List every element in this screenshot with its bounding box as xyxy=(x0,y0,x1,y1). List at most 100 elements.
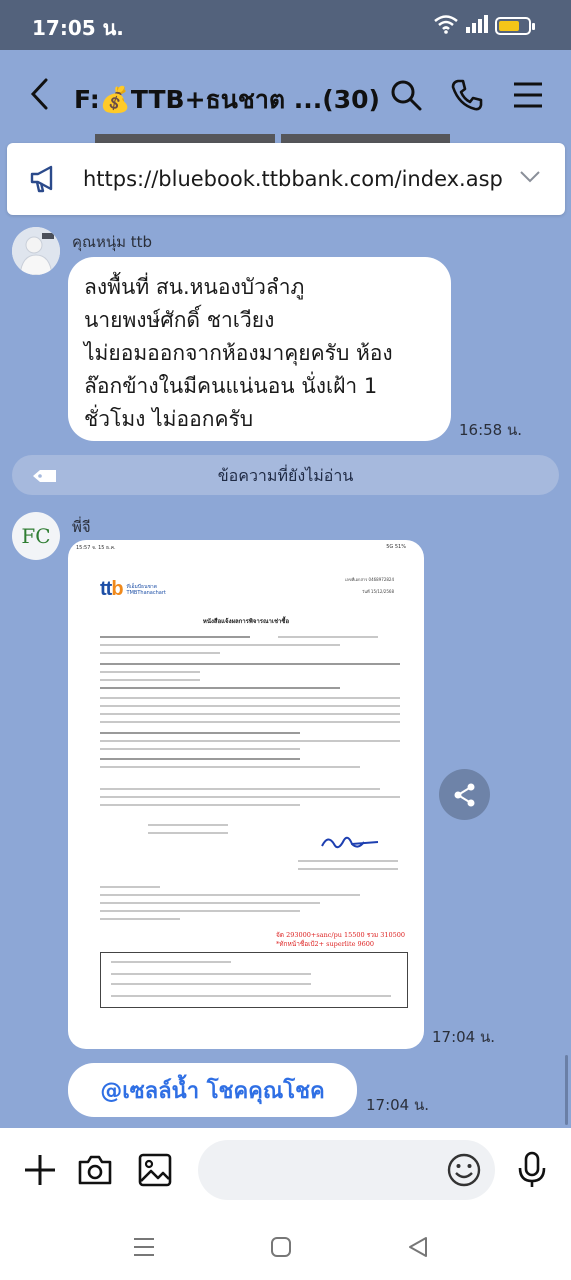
doc-text-line xyxy=(111,973,311,975)
document-ref-no: เลขที่เอกสาร 0468972824 xyxy=(345,577,394,582)
document-table-box xyxy=(100,952,408,1008)
chevron-left-icon xyxy=(30,78,48,110)
call-button[interactable] xyxy=(450,78,484,112)
doc-text-line xyxy=(100,697,400,699)
message-bubble[interactable]: @เซลล์น้ำ โชคคุณโชค xyxy=(68,1063,357,1117)
doc-text-line xyxy=(148,824,228,826)
doc-text-line xyxy=(111,983,311,985)
doc-text-line xyxy=(100,886,160,888)
camera-button[interactable] xyxy=(75,1150,115,1190)
ttb-logo: ttb ทีเอ็มบีธนชาต TMBThanachart xyxy=(100,578,166,601)
hamburger-menu-icon xyxy=(514,82,542,108)
handwritten-note: จัด 293000+sanc/pu 15500 รวม 310500 *ทัก… xyxy=(276,931,405,949)
megaphone-icon xyxy=(29,165,59,197)
chat-title[interactable]: F:💰TTB+ธนชาต ...(30) xyxy=(74,80,380,120)
doc-text-line xyxy=(100,902,320,904)
recent-apps-icon xyxy=(134,1238,154,1256)
doc-text-line xyxy=(100,758,300,760)
menu-button[interactable] xyxy=(511,78,545,112)
voice-button[interactable] xyxy=(512,1150,552,1190)
wifi-icon xyxy=(433,14,459,38)
doc-text-line xyxy=(100,732,300,734)
home-icon xyxy=(271,1237,291,1257)
image-status-left: 15:57 จ. 15 ธ.ค. xyxy=(76,545,116,551)
doc-text-line xyxy=(100,663,400,665)
phone-icon xyxy=(451,79,483,111)
gallery-button[interactable] xyxy=(135,1150,175,1190)
handwritten-note-line: จัด 293000+sanc/pu 15500 รวม 310500 xyxy=(276,931,406,939)
avatar[interactable] xyxy=(12,227,60,275)
message-input-bar xyxy=(0,1128,571,1212)
doc-text-line xyxy=(100,910,300,912)
doc-text-line xyxy=(100,796,400,798)
signature-image xyxy=(318,830,388,862)
search-button[interactable] xyxy=(389,78,423,112)
microphone-icon xyxy=(518,1151,546,1187)
add-button[interactable] xyxy=(20,1150,60,1190)
share-button[interactable] xyxy=(439,769,490,820)
profile-photo-icon xyxy=(12,227,60,275)
message-time: 17:04 น. xyxy=(432,1028,496,1046)
doc-text-line xyxy=(100,679,200,681)
scrollbar[interactable] xyxy=(565,1055,568,1125)
search-icon xyxy=(391,80,422,111)
back-nav-button[interactable] xyxy=(403,1232,433,1262)
document-title: หนังสือแจ้งผลการพิจารณาเช่าซื้อ xyxy=(202,618,290,625)
share-icon xyxy=(454,783,474,806)
battery-icon xyxy=(495,17,535,35)
image-status-right: 5G 51% xyxy=(386,544,406,550)
message-line: ลงพื้นที่ สน.หนองบัวลำภู xyxy=(84,275,305,299)
avatar[interactable]: FC xyxy=(12,512,60,560)
chat-header: F:💰TTB+ธนชาต ...(30) xyxy=(0,50,571,140)
unread-divider-label: ข้อความที่ยังไม่อ่าน xyxy=(217,466,354,485)
smiley-icon xyxy=(447,1153,481,1187)
triangle-back-icon xyxy=(409,1237,427,1257)
plus-icon xyxy=(25,1155,55,1185)
handwritten-note-line: *ทักหน้าชื่อเป้2+ superlite 9600 xyxy=(276,940,375,948)
doc-text-line xyxy=(100,918,180,920)
announcement-banner[interactable]: https://bluebook.ttbbank.com/index.asp xyxy=(7,143,565,215)
doc-text-line xyxy=(100,671,200,673)
document-date: วันที่ 15/12/2568 xyxy=(362,589,394,594)
status-bar: 17:05 น. xyxy=(0,0,571,50)
ttb-logo-sub-en: TMBThanachart xyxy=(126,589,166,596)
recent-apps-button[interactable] xyxy=(129,1232,159,1262)
mention-link[interactable]: @เซลล์น้ำ โชคคุณโชค xyxy=(100,1073,325,1108)
doc-text-line xyxy=(100,894,360,896)
doc-text-line xyxy=(100,652,220,654)
doc-text-line xyxy=(278,636,378,638)
doc-text-line xyxy=(100,788,380,790)
doc-text-line xyxy=(100,748,300,750)
doc-text-line xyxy=(111,995,391,997)
message-line: นายพงษ์ศักดิ์ ชาเวียง xyxy=(84,308,275,332)
chevron-down-icon[interactable] xyxy=(519,169,541,188)
image-icon xyxy=(138,1153,172,1187)
doc-text-line xyxy=(100,636,250,638)
message-bubble[interactable]: ลงพื้นที่ สน.หนองบัวลำภู นายพงษ์ศักดิ์ ช… xyxy=(68,257,451,441)
message-line: ชั่วโมง ไม่ออกครับ xyxy=(84,407,254,431)
emoji-button[interactable] xyxy=(446,1152,482,1192)
doc-text-line xyxy=(298,868,398,870)
message-time: 16:58 น. xyxy=(459,421,523,439)
status-time: 17:05 น. xyxy=(32,16,124,40)
image-message[interactable]: 15:57 จ. 15 ธ.ค. 5G 51% ttb ทีเอ็มบีธนชา… xyxy=(68,540,424,1049)
back-button[interactable] xyxy=(26,76,56,112)
doc-text-line xyxy=(100,804,300,806)
doc-text-line xyxy=(100,644,340,646)
doc-text-line xyxy=(100,740,400,742)
sender-name: คุณหนุ่ม ttb xyxy=(72,233,153,251)
doc-text-line xyxy=(100,766,360,768)
announcement-url[interactable]: https://bluebook.ttbbank.com/index.asp xyxy=(83,167,503,191)
sender-name: พี่จี xyxy=(72,518,91,536)
doc-text-line xyxy=(100,721,400,723)
message-line: ล๊อกข้างในมีคนแน่นอน นั่งเฝ้า 1 xyxy=(84,374,378,398)
camera-icon xyxy=(78,1155,112,1185)
doc-text-line xyxy=(111,961,231,963)
message-line: ไม่ยอมออกจากห้องมาคุยครับ ห้อง xyxy=(84,341,393,365)
system-nav-bar xyxy=(0,1212,571,1280)
status-icons xyxy=(433,14,535,38)
home-button[interactable] xyxy=(266,1232,296,1262)
signal-icon xyxy=(465,15,489,37)
doc-text-line xyxy=(100,705,400,707)
doc-text-line xyxy=(100,713,400,715)
